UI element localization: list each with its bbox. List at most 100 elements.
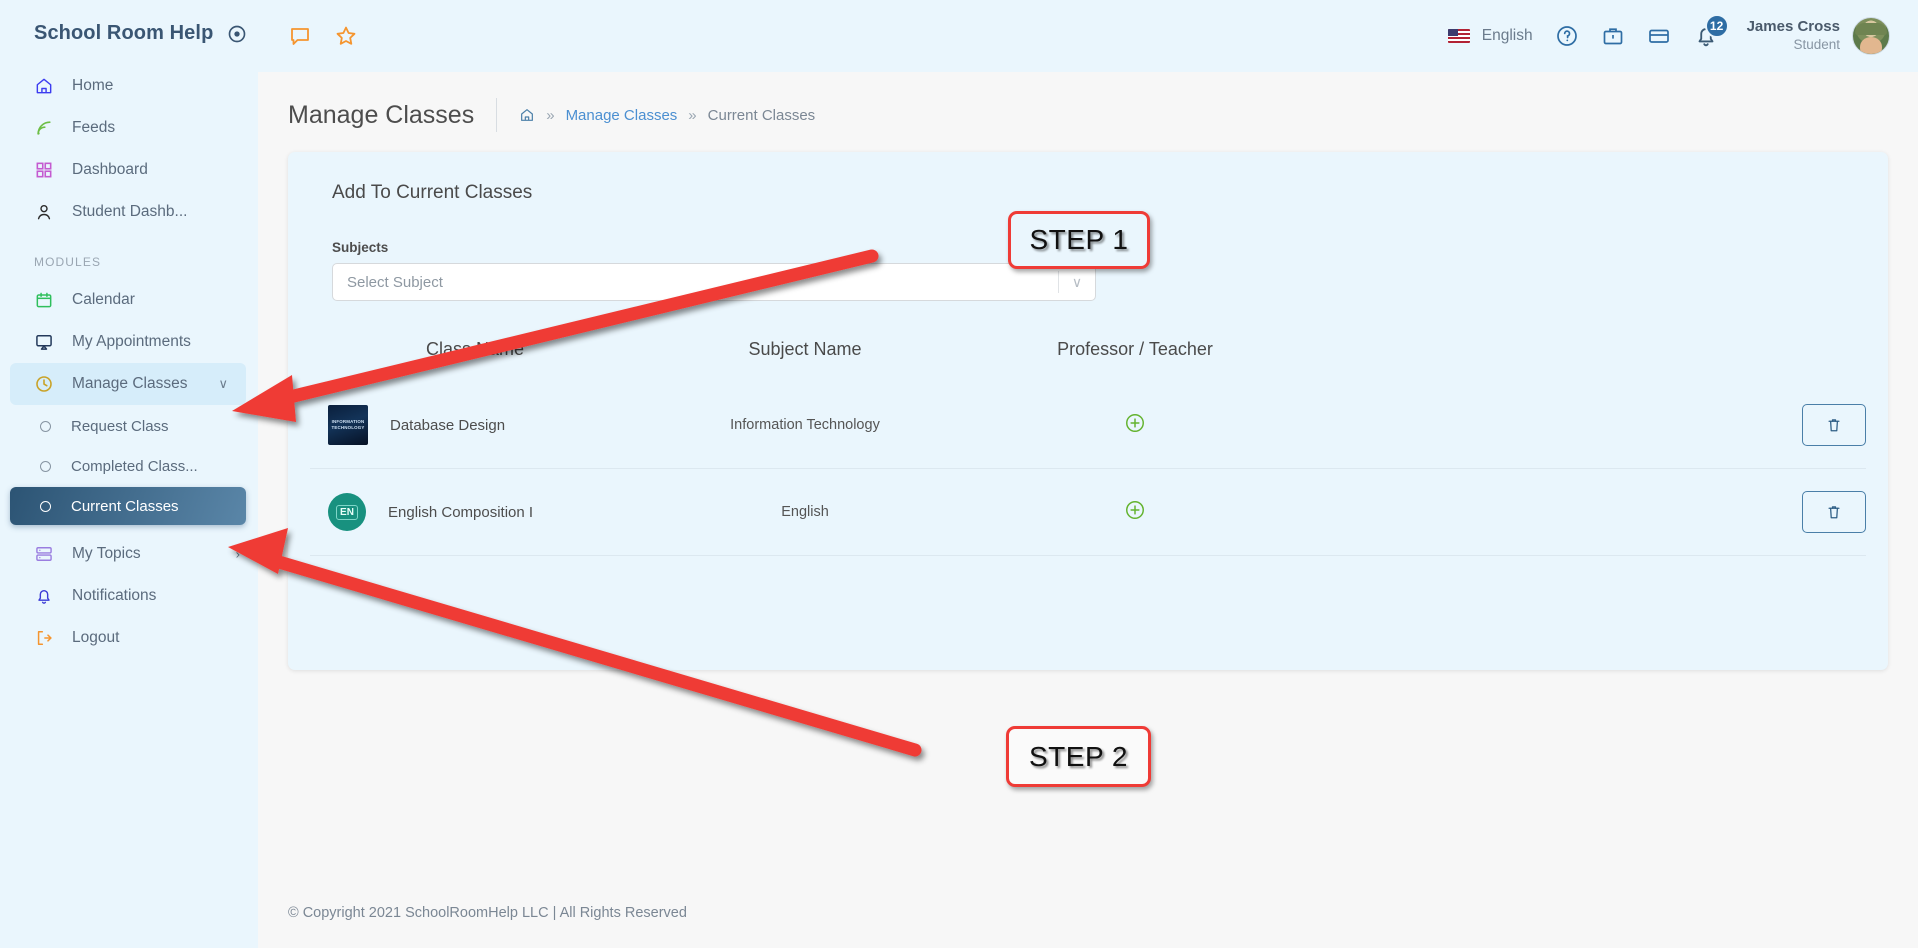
chevron-down-icon[interactable]: ∨: [1059, 274, 1095, 291]
table-row: INFORMATION TECHNOLOGY Database Design I…: [310, 382, 1866, 469]
sidebar-item-feeds[interactable]: Feeds: [0, 107, 258, 149]
cell-class-name: INFORMATION TECHNOLOGY Database Design: [310, 382, 640, 469]
trash-icon: [1825, 416, 1843, 434]
sidebar-item-dashboard[interactable]: Dashboard: [0, 149, 258, 191]
user-info: James Cross Student: [1747, 18, 1840, 54]
sidebar-item-label: Calendar: [72, 291, 135, 309]
sidebar-item-label: My Appointments: [72, 333, 191, 351]
language-label: English: [1482, 27, 1533, 45]
sidebar-item-notifications[interactable]: Notifications: [0, 575, 258, 617]
avatar: [1852, 17, 1890, 55]
sidebar-item-label: Notifications: [72, 587, 156, 605]
sidebar-item-student-dashboard[interactable]: Student Dashb...: [0, 191, 258, 233]
user-role: Student: [1747, 37, 1840, 54]
footer: © Copyright 2021 SchoolRoomHelp LLC | Al…: [258, 904, 1918, 948]
topbar: English: [258, 0, 1918, 72]
breadcrumb-separator: »: [546, 107, 554, 124]
subjects-label: Subjects: [310, 204, 1866, 263]
cell-actions: [1300, 382, 1866, 469]
chevron-down-icon[interactable]: ∨: [218, 376, 228, 392]
user-menu[interactable]: James Cross Student: [1747, 17, 1890, 55]
chat-icon[interactable]: [288, 24, 312, 48]
brand[interactable]: School Room Help: [0, 0, 258, 65]
sidebar-item-label: My Topics: [72, 545, 141, 563]
cell-actions: [1300, 469, 1866, 556]
grid-icon: [34, 160, 54, 180]
sidebar: School Room Help Home Feeds: [0, 0, 258, 948]
language-selector[interactable]: English: [1448, 27, 1533, 45]
card-icon[interactable]: [1647, 24, 1671, 48]
bell-icon: [34, 586, 54, 606]
table-row: EN English Composition I English: [310, 469, 1866, 556]
sidebar-item-label: Dashboard: [72, 161, 148, 179]
sidebar-item-manage-classes[interactable]: Manage Classes ∨: [10, 363, 246, 405]
table-header-row: Class Name Subject Name Professor / Teac…: [310, 329, 1866, 382]
brand-title: School Room Help: [34, 22, 213, 45]
add-to-current-classes-card: Add To Current Classes Subjects Select S…: [288, 152, 1888, 670]
sidebar-subitem-current-classes[interactable]: Current Classes: [10, 487, 246, 525]
target-circle-icon: [227, 24, 247, 44]
user-icon: [34, 202, 54, 222]
column-header-subject-name: Subject Name: [640, 329, 970, 382]
delete-class-button[interactable]: [1802, 491, 1866, 533]
copyright-text: © Copyright 2021 SchoolRoomHelp LLC | Al…: [288, 905, 687, 921]
help-circle-icon[interactable]: [1555, 24, 1579, 48]
breadcrumb-link-manage-classes[interactable]: Manage Classes: [566, 107, 678, 124]
bullet-icon: [40, 501, 51, 512]
sidebar-item-my-appointments[interactable]: My Appointments: [0, 321, 258, 363]
topbar-left-icons: [288, 24, 358, 48]
subject-select-placeholder: Select Subject: [333, 274, 443, 291]
star-icon[interactable]: [334, 24, 358, 48]
sidebar-item-label: Logout: [72, 629, 119, 647]
class-thumbnail-image: INFORMATION TECHNOLOGY: [328, 405, 368, 445]
home-icon[interactable]: [519, 107, 535, 123]
column-header-professor-teacher: Professor / Teacher: [970, 329, 1300, 382]
bullet-icon: [40, 421, 51, 432]
briefcase-icon[interactable]: [1601, 24, 1625, 48]
rss-icon: [34, 118, 54, 138]
breadcrumb: » Manage Classes » Current Classes: [519, 107, 815, 124]
classes-table: Class Name Subject Name Professor / Teac…: [310, 329, 1866, 556]
sidebar-item-home[interactable]: Home: [0, 65, 258, 107]
class-name-label: Database Design: [390, 417, 505, 434]
cell-class-name: EN English Composition I: [310, 469, 640, 556]
class-avatar-badge-text: EN: [336, 505, 358, 520]
app-root: School Room Help Home Feeds: [0, 0, 1918, 948]
sidebar-subitem-request-class[interactable]: Request Class: [10, 407, 246, 445]
column-header-class-name: Class Name: [310, 329, 640, 382]
home-icon: [34, 76, 54, 96]
cell-subject-name: Information Technology: [640, 382, 970, 469]
sidebar-subitem-label: Current Classes: [71, 498, 179, 515]
topbar-right-group: English: [1448, 17, 1890, 55]
page-header: Manage Classes » Manage Classes » Curren…: [258, 72, 1918, 152]
table-row-spacer: [310, 556, 1866, 557]
table-head: Class Name Subject Name Professor / Teac…: [310, 329, 1866, 382]
plus-circle-icon[interactable]: [1124, 499, 1146, 521]
us-flag-icon: [1448, 29, 1470, 43]
calendar-icon: [34, 290, 54, 310]
page-title: Manage Classes: [288, 101, 474, 130]
sidebar-item-label: Student Dashb...: [72, 203, 187, 221]
trash-icon: [1825, 503, 1843, 521]
sidebar-item-label: Feeds: [72, 119, 115, 137]
sidebar-subitem-completed-classes[interactable]: Completed Class...: [10, 447, 246, 485]
sidebar-item-label: Manage Classes: [72, 375, 187, 393]
subject-select[interactable]: Select Subject ∨: [332, 263, 1096, 301]
divider: [496, 98, 497, 132]
chevron-right-icon[interactable]: ›: [236, 547, 240, 562]
delete-class-button[interactable]: [1802, 404, 1866, 446]
column-header-actions: [1300, 329, 1866, 382]
plus-circle-icon[interactable]: [1124, 412, 1146, 434]
logout-icon: [34, 628, 54, 648]
cell-professor-teacher: [970, 469, 1300, 556]
user-name: James Cross: [1747, 18, 1840, 37]
notifications-button[interactable]: 12: [1693, 23, 1719, 49]
sidebar-item-calendar[interactable]: Calendar: [0, 279, 258, 321]
server-icon: [34, 544, 54, 564]
sidebar-item-logout[interactable]: Logout: [0, 617, 258, 659]
sidebar-item-my-topics[interactable]: My Topics ›: [0, 533, 258, 575]
subject-select-arrow-group: ∨: [1058, 264, 1095, 300]
card-title: Add To Current Classes: [310, 178, 1866, 204]
clock-icon: [34, 374, 54, 394]
breadcrumb-separator: »: [688, 107, 696, 124]
